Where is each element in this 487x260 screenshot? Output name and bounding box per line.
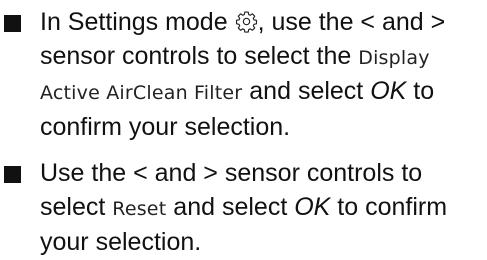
step1-text-a: In Settings mode — [40, 8, 228, 36]
instruction-step-2: Use the < and > sensor controls to selec… — [0, 157, 487, 260]
bullet-square — [4, 166, 21, 183]
step2-text-b: and select — [173, 192, 288, 221]
step1-text-c: and select — [249, 77, 364, 105]
instruction-list: In Settings mode , use the < and > senso… — [0, 6, 487, 260]
bullet-square — [4, 15, 21, 32]
settings-gear-icon — [235, 10, 258, 33]
ok-label: OK — [370, 77, 407, 105]
ok-label: OK — [294, 192, 331, 221]
display-text-reset: Reset — [112, 197, 167, 220]
instruction-step-1: In Settings mode , use the < and > senso… — [0, 6, 487, 144]
